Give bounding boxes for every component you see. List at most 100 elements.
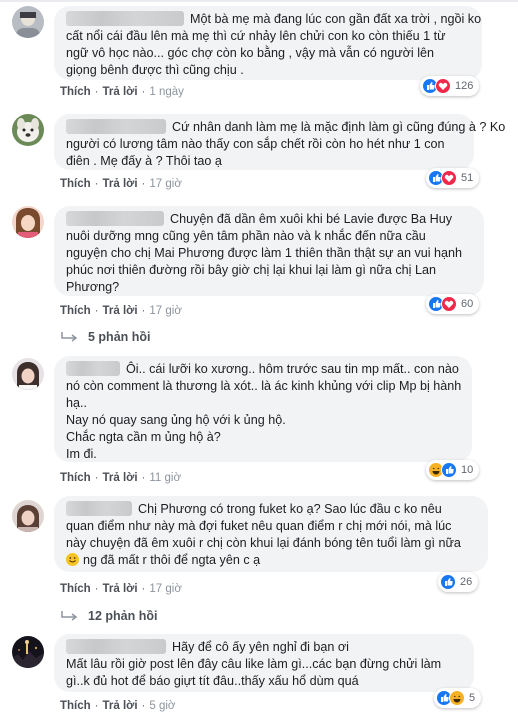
timestamp[interactable]: 11 giờ: [149, 472, 181, 484]
timestamp[interactable]: 17 giờ: [149, 305, 181, 317]
separator-dot: ·: [94, 178, 99, 190]
reply-arrow-icon: [61, 611, 78, 621]
avatar[interactable]: [12, 636, 44, 668]
reaction-summary[interactable]: 60: [426, 294, 480, 314]
reaction-summary[interactable]: 5: [434, 688, 482, 708]
comment-bubble: Chị Phương có trong fuket ko ạ? Sao lúc …: [54, 496, 488, 572]
like-icon: [440, 574, 456, 590]
comment-actions: Thích · Trả lời · 17 giờ: [60, 583, 182, 595]
comment-actions: Thích · Trả lời · 17 giờ: [60, 178, 182, 190]
comment-text-line: nó còn comment là thương là xót.. là ác …: [66, 379, 462, 393]
reaction-summary[interactable]: 26: [438, 572, 479, 592]
comment-actions: Thích · Trả lời · 1 ngày: [60, 86, 184, 98]
reaction-summary[interactable]: 10: [426, 460, 480, 480]
like-button[interactable]: Thích: [60, 583, 91, 595]
comment-actions: Thích · Trả lời · 17 giờ: [60, 305, 182, 317]
separator-dot: ·: [141, 700, 146, 712]
comment-text-line: Mất lâu rồi giờ post lên đây câu like là…: [66, 657, 442, 671]
like-button[interactable]: Thích: [60, 178, 91, 190]
blurred-author-name[interactable]: [66, 361, 120, 376]
comment-text-line: Ôi.. cái lưỡi ko xương.. hôm trước sau t…: [66, 361, 460, 378]
reaction-count: 5: [469, 692, 476, 704]
comment-text-line: Một bà mẹ mà đang lúc con gần đất xa trờ…: [66, 11, 481, 28]
comment-bubble: Ôi.. cái lưỡi ko xương.. hôm trước sau t…: [54, 356, 472, 462]
reaction-summary[interactable]: 126: [420, 76, 480, 96]
reply-button[interactable]: Trả lời: [103, 472, 138, 484]
comment-text-line: nuôi dưỡng mng cũng yên tâm phần nào và …: [66, 229, 426, 243]
blurred-author-name[interactable]: [66, 639, 166, 654]
reaction-count: 51: [461, 172, 474, 184]
comment-text-line: ngữ vô học nào... góc chợ còn ko bằng , …: [66, 46, 435, 60]
separator-dot: ·: [94, 305, 99, 317]
like-button[interactable]: Thích: [60, 700, 91, 712]
comment-bubble: Hãy để cô ấy yên nghỉ đi bạn ơi Mất lâu …: [54, 634, 474, 692]
comment-actions: Thích · Trả lời · 11 giờ: [60, 472, 181, 484]
comment-text-line: Chuyện đã dần êm xuôi khi bé Lavie được …: [66, 211, 472, 228]
comment-text-line: điên . Mẹ đấy à ? Thôi tao ạ: [66, 154, 222, 168]
reaction-count: 60: [461, 298, 474, 310]
comment-text-line: gì..k đủ hot để báo giựt tít đâu..thấy x…: [66, 674, 359, 688]
comment-text-line: Phương?: [66, 280, 120, 294]
comment-text-line: Chị Phương có trong fuket ko ạ? Sao lúc …: [66, 501, 476, 518]
reaction-summary[interactable]: 51: [426, 168, 480, 188]
comment-text-line: Im đi.: [66, 447, 97, 461]
blurred-author-name[interactable]: [66, 211, 164, 226]
heart-icon: [435, 78, 451, 94]
heart-icon: [441, 296, 457, 312]
heart-icon: [441, 170, 457, 186]
separator-dot: ·: [94, 700, 99, 712]
like-button[interactable]: Thích: [60, 472, 91, 484]
avatar[interactable]: [12, 358, 44, 390]
timestamp[interactable]: 5 giờ: [149, 700, 175, 712]
comment-actions: Thích · Trả lời · 5 giờ: [60, 700, 175, 712]
separator-dot: ·: [94, 583, 99, 595]
timestamp[interactable]: 17 giờ: [149, 583, 181, 595]
avatar[interactable]: [12, 114, 44, 146]
reaction-count: 10: [461, 464, 474, 476]
reaction-count: 126: [455, 80, 474, 92]
comment-text-line: Chắc ngta cần m ủng hộ à?: [66, 430, 221, 444]
comment-bubble: Cứ nhân danh làm mẹ là mặc định làm gì c…: [54, 114, 505, 170]
comment-text-line: Cứ nhân danh làm mẹ là mặc định làm gì c…: [66, 119, 505, 136]
comment-text-line: này chuyện đã êm xuôi r chị còn khui lại…: [66, 536, 461, 550]
reply-button[interactable]: Trả lời: [103, 178, 138, 190]
avatar[interactable]: [12, 500, 44, 532]
comment-text-line: người có lương tâm nào thấy con sắp chết…: [66, 137, 445, 151]
smiling-face-emoji-icon: [66, 553, 79, 566]
like-button[interactable]: Thích: [60, 86, 91, 98]
blurred-author-name[interactable]: [66, 119, 166, 134]
separator-dot: ·: [141, 86, 146, 98]
reply-button[interactable]: Trả lời: [103, 700, 138, 712]
reply-button[interactable]: Trả lời: [103, 86, 138, 98]
comment-bubble: Một bà mẹ mà đang lúc con gần đất xa trờ…: [54, 6, 482, 80]
view-replies-link[interactable]: 5 phản hồi: [60, 330, 151, 344]
view-replies-link[interactable]: 12 phản hồi: [60, 609, 157, 623]
separator-dot: ·: [141, 178, 146, 190]
separator-dot: ·: [94, 472, 99, 484]
reply-button[interactable]: Trả lời: [103, 583, 138, 595]
timestamp[interactable]: 1 ngày: [149, 86, 184, 98]
separator-dot: ·: [94, 86, 99, 98]
comment-bubble: Chuyện đã dần êm xuôi khi bé Lavie được …: [54, 206, 484, 296]
comment-text-line: nguyện cho chị Mai Phương được làm 1 thi…: [66, 246, 463, 260]
blurred-author-name[interactable]: [66, 11, 184, 26]
haha-icon: [449, 690, 465, 706]
separator-dot: ·: [141, 472, 146, 484]
avatar[interactable]: [12, 206, 44, 238]
comment-text-line: hạ..: [66, 396, 88, 410]
comment-text-line: giọng bênh được thì cũng chịu .: [66, 63, 244, 77]
reply-arrow-icon: [61, 332, 78, 342]
avatar[interactable]: [12, 6, 44, 38]
like-button[interactable]: Thích: [60, 305, 91, 317]
reply-button[interactable]: Trả lời: [103, 305, 138, 317]
separator-dot: ·: [141, 305, 146, 317]
comment-text-line: cất nổi cái đầu lên mà mẹ thì cứ nhảy lê…: [66, 29, 446, 43]
timestamp[interactable]: 17 giờ: [149, 178, 181, 190]
comment-text-line: Hãy để cô ấy yên nghỉ đi bạn ơi: [66, 639, 462, 656]
comment-text-line: Nay nó quay sang ủng hộ với k ủng hộ.: [66, 413, 286, 427]
blurred-author-name[interactable]: [66, 501, 132, 516]
comment-text-line: quan điểm như này mà đợi fuket nêu quan …: [66, 519, 452, 533]
comment-text-line: ng đã mất r thôi để ngta yên c ạ: [66, 552, 476, 569]
replies-count-label: 12 phản hồi: [88, 609, 158, 623]
like-icon: [441, 462, 457, 478]
